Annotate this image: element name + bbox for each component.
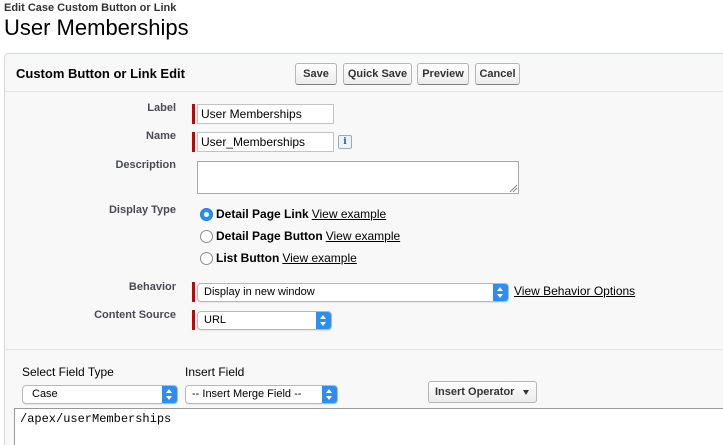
radio-option-list-button[interactable]: List Button View example [200,250,357,266]
section-divider [4,349,723,350]
info-icon[interactable]: i [338,135,352,149]
insert-field-select[interactable]: -- Insert Merge Field -- [185,385,338,404]
cancel-button[interactable]: Cancel [475,63,520,85]
insert-operator-button[interactable]: Insert Operator [428,381,537,403]
insert-field-select-value: -- Insert Merge Field -- [192,388,302,400]
required-indicator [192,104,195,124]
required-indicator [192,310,195,330]
required-indicator [192,282,195,302]
quick-save-button[interactable]: Quick Save [343,63,412,85]
panel-title: Custom Button or Link Edit [16,66,185,81]
select-field-type-label: Select Field Type [22,365,114,379]
content-source-select[interactable]: URL [197,311,332,330]
select-arrows-icon [322,386,337,403]
save-button[interactable]: Save [295,63,337,85]
behavior-select-value: Display in new window [204,286,315,298]
chevron-down-icon [523,390,529,395]
description-field-label: Description [115,159,176,171]
preview-button[interactable]: Preview [417,63,469,85]
page-title: User Memberships [4,15,189,40]
label-field-label: Label [147,102,176,114]
name-input[interactable]: User_Memberships [197,132,334,152]
radio-icon[interactable] [200,229,213,243]
behavior-select[interactable]: Display in new window [197,283,509,302]
name-field-label: Name [146,130,176,142]
required-indicator [192,132,195,152]
content-source-select-value: URL [204,314,227,326]
insert-operator-label: Insert Operator [435,386,515,398]
radio-label: Detail Page Button [216,229,323,243]
view-example-link[interactable]: View example [312,207,386,221]
content-source-label: Content Source [94,309,176,321]
insert-field-label: Insert Field [185,365,245,379]
view-example-link[interactable]: View example [326,229,400,243]
page-subtitle: Edit Case Custom Button or Link [4,2,177,14]
page-header: Edit Case Custom Button or Link User Mem… [4,2,189,41]
radio-icon[interactable] [200,251,213,265]
field-type-select-value: Case [32,388,58,400]
label-input[interactable]: User Memberships [197,104,334,124]
radio-option-detail-page-link[interactable]: Detail Page Link View example [200,206,386,222]
view-example-link[interactable]: View example [282,251,356,265]
formula-editor[interactable]: /apex/userMemberships [14,408,723,445]
select-arrows-icon [493,284,508,301]
select-arrows-icon [162,386,177,403]
radio-option-detail-page-button[interactable]: Detail Page Button View example [200,228,400,244]
field-type-select[interactable]: Case [22,385,178,404]
radio-selected-icon[interactable] [200,207,213,221]
radio-label: List Button [216,251,280,265]
view-behavior-options-link[interactable]: View Behavior Options [514,284,635,298]
radio-label: Detail Page Link [216,207,309,221]
display-type-label: Display Type [108,204,176,216]
select-arrows-icon [316,312,331,329]
panel-header: Custom Button or Link Edit Save Quick Sa… [5,54,723,92]
resize-grip-icon[interactable] [509,184,517,192]
description-textarea[interactable] [197,161,519,194]
behavior-label: Behavior [128,281,176,293]
